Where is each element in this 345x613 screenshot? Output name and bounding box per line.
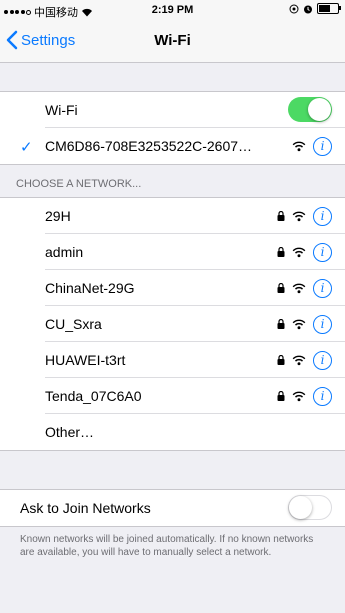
network-list: 29H i admin i ChinaNet-29G i CU_Sxra i H… — [0, 197, 345, 451]
location-icon — [289, 4, 299, 13]
network-row[interactable]: CU_Sxra i — [0, 306, 345, 342]
info-icon[interactable]: i — [313, 350, 332, 370]
other-network-row[interactable]: Other… — [0, 414, 345, 450]
wifi-strength-icon — [292, 211, 306, 221]
checkmark-icon: ✓ — [20, 139, 33, 156]
wifi-strength-icon — [292, 247, 306, 257]
choose-network-header: CHOOSE A NETWORK... — [16, 178, 142, 190]
wifi-strength-icon — [292, 283, 306, 293]
top-spacer — [0, 63, 345, 91]
info-icon[interactable]: i — [313, 206, 332, 226]
info-icon[interactable]: i — [313, 242, 332, 262]
wifi-group: Wi-Fi ✓ CM6D86-708E3253522C-2607… i — [0, 91, 345, 165]
battery-icon — [317, 3, 341, 14]
ask-join-row: Ask to Join Networks — [0, 490, 345, 526]
lock-icon — [277, 355, 285, 365]
lock-icon — [277, 391, 285, 401]
ask-join-footer: Known networks will be joined automatica… — [20, 534, 314, 558]
connected-network-row[interactable]: ✓ CM6D86-708E3253522C-2607… i — [0, 128, 345, 164]
lock-icon — [277, 283, 285, 293]
ask-join-toggle[interactable] — [288, 495, 332, 520]
navigation-bar: Settings Wi-Fi — [0, 20, 345, 63]
info-icon[interactable]: i — [313, 386, 332, 406]
wifi-toggle[interactable] — [288, 97, 332, 122]
status-bar: 中国移动 2:19 PM — [0, 0, 345, 20]
network-row[interactable]: admin i — [0, 234, 345, 270]
wifi-strength-icon — [292, 319, 306, 329]
network-row[interactable]: Tenda_07C6A0 i — [0, 378, 345, 414]
lock-icon — [277, 247, 285, 257]
wifi-strength-icon — [292, 141, 306, 151]
ask-join-group: Ask to Join Networks — [0, 489, 345, 527]
page-title: Wi-Fi — [154, 32, 191, 49]
other-network-label: Other… — [45, 424, 95, 440]
wifi-strength-icon — [292, 355, 306, 365]
network-row[interactable]: 29H i — [0, 198, 345, 234]
network-row[interactable]: HUAWEI-t3rt i — [0, 342, 345, 378]
lock-icon — [277, 319, 285, 329]
lock-icon — [277, 211, 285, 221]
info-icon[interactable]: i — [313, 136, 332, 156]
wifi-toggle-row: Wi-Fi — [0, 92, 345, 128]
wifi-strength-icon — [292, 391, 306, 401]
network-row[interactable]: ChinaNet-29G i — [0, 270, 345, 306]
alarm-icon — [304, 5, 312, 13]
status-right — [289, 3, 341, 14]
info-icon[interactable]: i — [313, 278, 332, 298]
info-icon[interactable]: i — [313, 314, 332, 334]
